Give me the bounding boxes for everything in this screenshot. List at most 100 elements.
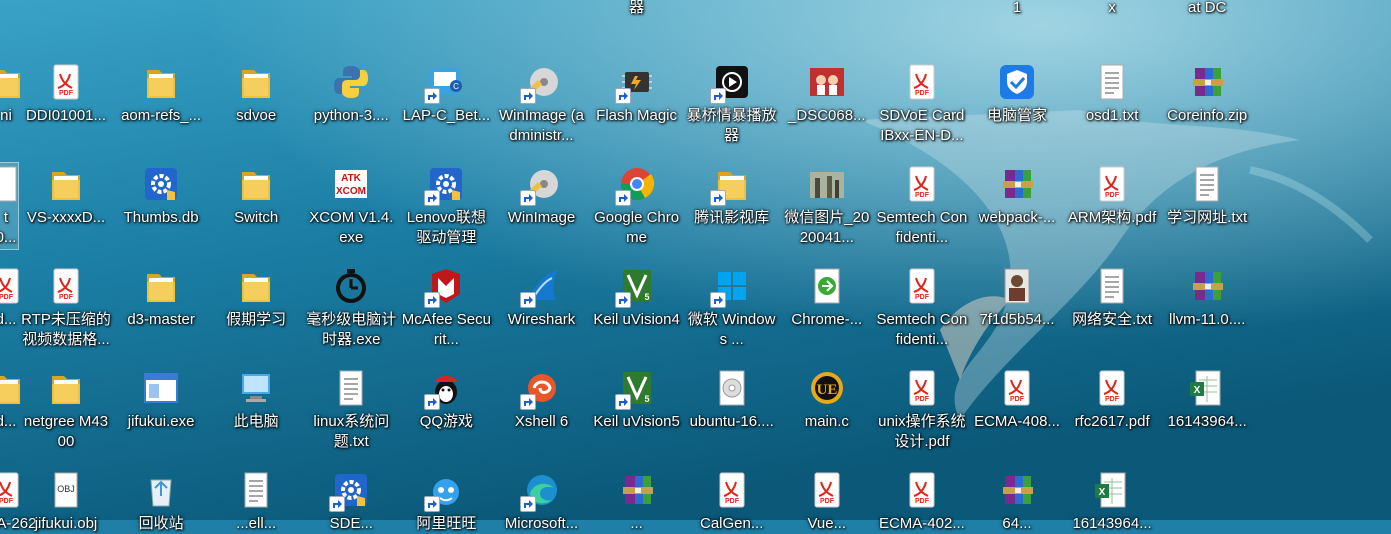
desktop-icon-recycle[interactable]: 回收站 [115,470,207,534]
desktop-icon-obj[interactable]: OBJ jifukui.obj [20,470,112,534]
desktop-icon-xcom[interactable]: ATK XCOM XCOM V1.4.exe [305,164,397,248]
pdf-icon: PDF [807,470,847,510]
desktop-icon-pdf[interactable]: PDF rfc2617.pdf [1066,368,1158,432]
desktop-icon-chrome[interactable]: Google Chrome [591,164,683,248]
desktop-icon-label: ECMA-408... [974,413,1060,430]
desktop-icon-chip[interactable]: Flash Magic [591,62,683,126]
desktop-icon-edge[interactable]: Microsoft... [496,470,588,534]
desktop-icon-excel[interactable]: X 16143964... [1066,470,1158,534]
desktop-icon-exe[interactable]: Robo 3T 1.4.1 [971,0,1063,18]
desktop-icon-txt[interactable]: linux系统问题.txt [305,368,397,452]
desktop-icon-exe[interactable]: Adobe Acrobat DC [1161,0,1253,18]
desktop-icon-txt[interactable]: 网络安全.txt [1066,266,1158,330]
desktop-icon-txt[interactable]: osd1.txt [1066,62,1158,126]
desktop-icon-pdf[interactable]: PDF Semtech Confidenti... [876,164,968,248]
svg-text:PDF: PDF [0,294,14,301]
desktop-icon-pdf[interactable]: PDF Vue... [781,470,873,534]
desktop-icon-xshell[interactable]: Xshell 6 [496,368,588,432]
desktop-icon-label: Microsoft... [504,515,579,532]
desktop-icon-timer[interactable]: 毫秒级电脑计时器.exe [305,266,397,350]
desktop-icon-portrait[interactable]: 7f1d5b54... [971,266,1063,330]
pdf-icon: PDF [712,470,752,510]
desktop-icon-pdf[interactable]: PDF DDI01001... [20,62,112,126]
desktop-icon-ue[interactable]: UE main.c [781,368,873,432]
desktop-icon-keil[interactable]: 5 Keil uVision5 [591,368,683,432]
desktop-icon-photo[interactable]: _DSC068... [781,62,873,126]
desktop-icon-python[interactable]: python-3.... [305,62,397,126]
svg-text:PDF: PDF [915,90,930,97]
desktop-icon-pdf[interactable]: PDF Semtech Confidenti... [876,266,968,350]
shortcut-arrow-icon [329,496,346,512]
desktop-icon-label: Flash Magic [596,107,678,124]
portrait-icon [997,266,1037,306]
desktop-icon-rar[interactable]: webpack-... [971,164,1063,228]
shortcut-arrow-icon [614,190,631,206]
svg-text:PDF: PDF [1105,192,1120,199]
desktop-icon-rar[interactable]: ... [591,470,683,534]
desktop-icon-gear[interactable]: Lenovo联想驱动管理 [400,164,492,248]
desktop-icon-txt[interactable]: 学习网址.txt [1161,164,1253,228]
desktop-icon-window[interactable]: jifukui.exe [115,368,207,432]
desktop-icon-exe[interactable]: 360安全浏览器 [591,0,683,18]
desktop-icon-disc[interactable]: WinImage [496,164,588,228]
rar-icon [1187,62,1227,102]
desktop-icon-windows[interactable]: 微软 Windows ... [686,266,778,350]
desktop-icon-label: unix操作系统设计.pdf [878,413,966,450]
desktop-icon-wangwang[interactable]: 阿里旺旺 [400,470,492,534]
desktop-icon-folder[interactable]: 假期学习 [210,266,302,330]
desktop-icon-rar[interactable]: llvm-11.0.... [1161,266,1253,330]
svg-text:PDF: PDF [915,192,930,199]
desktop-icon-pdf[interactable]: PDF unix操作系统设计.pdf [876,368,968,452]
pc-icon [236,368,276,408]
desktop-icon-disc[interactable]: WinImage (administr... [496,62,588,146]
desktop-icon-file[interactable]: Web安全.docx [1066,0,1158,18]
desktop-icon-iso[interactable]: ubuntu-16.... [686,368,778,432]
desktop-icon-pdf[interactable]: PDF CalGen... [686,470,778,534]
timer-icon [331,266,371,306]
desktop-icon-label: ...ell... [236,515,277,532]
desktop-icon-rar[interactable]: 64... [971,470,1063,534]
desktop-icon-gear[interactable]: Thumbs.db [115,164,207,228]
desktop-icon-pdf[interactable]: PDF RTP未压缩的视频数据格... [20,266,112,350]
desktop-icon-fin[interactable]: Wireshark [496,266,588,330]
desktop-icon-folder[interactable]: aom-refs_... [115,62,207,126]
desktop-icon-folder[interactable]: VS-xxxxD... [20,164,112,228]
desktop-icon-qq[interactable]: QQ游戏 [400,368,492,432]
desktop-icon-keil[interactable]: 5 Keil uVision4 [591,266,683,330]
desktop-icon-lap[interactable]: C LAP-C_Bet... [400,62,492,126]
txt-icon [236,470,276,510]
desktop-icon-txt[interactable]: ...ell... [210,470,302,534]
desktop-icon-folder[interactable]: netgree M4300 [20,368,112,452]
desktop-icon-folder[interactable]: sdvoe [210,62,302,126]
desktop-icon-excel[interactable]: X 16143964... [1161,368,1253,432]
desktop-icon-pdf[interactable]: PDF ECMA-402... [876,470,968,534]
desktop-icon-pc[interactable]: 此电脑 [210,368,302,432]
desktop-icon-folder[interactable]: 腾讯影视库 [686,164,778,228]
desktop-icon-photo2[interactable]: 微信图片_2020041... [781,164,873,248]
pdf-icon: PDF [902,266,942,306]
shortcut-arrow-icon [519,394,536,410]
desktop-icon-shield[interactable]: 电脑管家 [971,62,1063,126]
desktop-icon-label: Vue... [807,515,847,532]
rar-icon [997,164,1037,204]
desktop-icon-label: 微信图片_2020041... [784,209,870,246]
keil-icon: 5 [614,368,657,410]
desktop-icon-label: Web安全.docx [1108,0,1116,16]
desktop-icon-pdf[interactable]: PDF ARM架构.pdf [1066,164,1158,228]
rar-icon [617,470,657,510]
desktop-icon-mcafee[interactable]: McAfee Securit... [400,266,492,350]
desktop-icon-pdf[interactable]: PDF SDVoE Card IBxx-EN-D... [876,62,968,146]
desktop-icon-rar[interactable]: Coreinfo.zip [1161,62,1253,126]
desktop-icon-label: 16143964... [1167,413,1247,430]
desktop-icon-gear[interactable]: SDE... [305,470,397,534]
desktop-icon-green[interactable]: Chrome-... [781,266,873,330]
desktop-icon-label: DDI01001... [25,107,107,124]
desktop-icon-folder[interactable]: d3-master [115,266,207,330]
desktop-icon-player[interactable]: 暴桥情暴播放器 [686,62,778,146]
desktop-icon-folder[interactable]: Switch [210,164,302,228]
desktop-icon-label: Semtech Confidenti... [876,209,968,246]
desktop-icon-label: Chrome-... [791,311,863,328]
desktop-icon-pdf[interactable]: PDF ECMA-408... [971,368,1063,432]
qq-icon [424,368,466,410]
folder-icon [236,266,276,306]
